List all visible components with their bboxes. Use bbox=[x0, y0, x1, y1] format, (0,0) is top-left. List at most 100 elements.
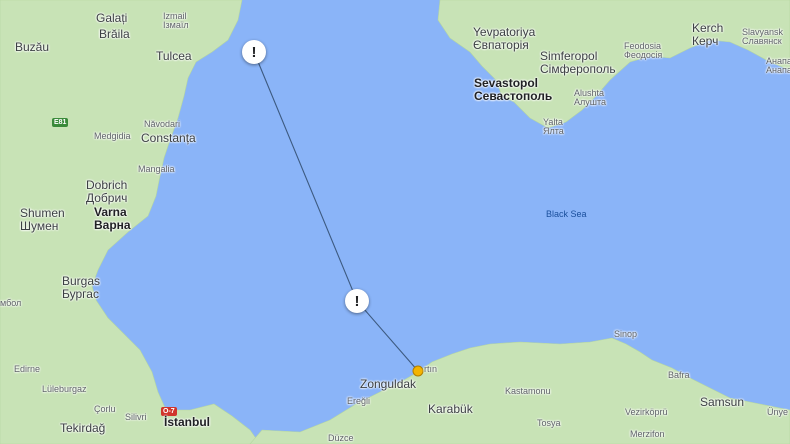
place-label-zonguldak: Zonguldak bbox=[360, 378, 416, 391]
alert-marker-south[interactable]: ! bbox=[345, 289, 369, 313]
place-name: Sevastopol bbox=[474, 76, 539, 90]
place-name: Buzău bbox=[15, 40, 50, 54]
place-name: Karabük bbox=[428, 402, 473, 416]
place-name: Tekirdağ bbox=[60, 421, 106, 435]
place-name: İstanbul bbox=[164, 415, 211, 429]
place-label-izmail: Izmail Ізмаїл bbox=[163, 11, 189, 31]
place-name: Düzce bbox=[328, 433, 354, 443]
place-name: Kastamonu bbox=[505, 386, 551, 396]
place-label-mangalia: Mangalia bbox=[138, 164, 175, 174]
place-name: Samsun bbox=[700, 395, 745, 409]
place-name: Merzifon bbox=[630, 429, 665, 439]
place-label-shumen: Shumen Шумен bbox=[20, 207, 65, 232]
place-name-cyrillic: Керч bbox=[692, 33, 719, 48]
place-label-silivri: Silivri bbox=[125, 412, 147, 422]
place-label-braila: Brăila bbox=[99, 28, 130, 41]
place-name: Năvodari bbox=[144, 119, 181, 129]
place-name: Shumen bbox=[20, 206, 65, 220]
place-name: Brăila bbox=[99, 27, 130, 41]
place-label-merzifon: Merzifon bbox=[630, 429, 665, 439]
place-name: Medgidia bbox=[94, 131, 131, 141]
place-name: Silivri bbox=[125, 412, 147, 422]
place-name: Edirne bbox=[14, 364, 41, 374]
sea-label: Black Sea bbox=[546, 209, 587, 219]
place-label-bartin: rtın bbox=[424, 364, 438, 374]
place-name: Yevpatoriya bbox=[473, 25, 536, 39]
place-label-feodosia: Feodosia Феодосія bbox=[624, 41, 663, 61]
place-label-vezirkopru: Vezirköprü bbox=[625, 407, 668, 417]
place-name-cyrillic: Алушта bbox=[574, 97, 607, 108]
place-name: Mangalia bbox=[138, 164, 175, 174]
place-label-medgidia: Medgidia bbox=[94, 131, 131, 141]
place-name: Varna bbox=[94, 205, 127, 219]
place-label-bafra: Bafra bbox=[668, 370, 690, 380]
place-label-tosya: Tosya bbox=[537, 418, 561, 428]
place-label-navodari: Năvodari bbox=[144, 119, 181, 129]
place-label-buzau: Buzău bbox=[15, 41, 49, 54]
place-name: Dobrich bbox=[86, 178, 128, 192]
place-name-cyrillic: Сімферополь bbox=[540, 61, 616, 76]
place-label-luleburgaz: Lüleburgaz bbox=[42, 384, 87, 394]
place-label-alushta: Alushta Алушта bbox=[574, 88, 607, 108]
place-name: Ereğli bbox=[347, 396, 371, 406]
place-label-yevpatoriya: Yevpatoriya Євпаторія bbox=[473, 26, 535, 51]
place-label-burgas: Burgas Бургас bbox=[62, 275, 100, 300]
place-label-eregli: Ereğli bbox=[347, 396, 371, 406]
place-name-cyrillic: Анапа bbox=[766, 65, 790, 76]
place-label-tekirdag: Tekirdağ bbox=[60, 422, 105, 435]
place-label-corlu: Çorlu bbox=[94, 404, 116, 414]
place-name: Burgas bbox=[62, 274, 101, 288]
map-view[interactable]: ! ! E81 O-7 Black Sea Galați Izmail Ізмаїл… bbox=[0, 0, 790, 444]
place-label-edirne: Edirne bbox=[14, 364, 41, 374]
place-label-sevastopol: Sevastopol Севастополь bbox=[474, 77, 552, 102]
place-label-unye: Ünye bbox=[767, 407, 789, 417]
place-name-cyrillic: Ялта bbox=[543, 126, 564, 137]
place-label-sinop: Sinop bbox=[614, 329, 638, 339]
place-label-duzce: Düzce bbox=[328, 433, 354, 443]
place-name-cyrillic: Євпаторія bbox=[473, 37, 529, 52]
place-name-cyrillic: Севастополь bbox=[474, 88, 553, 103]
place-label-tulcea: Tulcea bbox=[156, 50, 192, 63]
place-name-cyrillic: Шумен bbox=[20, 218, 59, 233]
place-name-cyrillic: мбол bbox=[0, 298, 22, 308]
place-name: Tosya bbox=[537, 418, 561, 428]
place-label-anapa: Анапа Анапа bbox=[766, 56, 790, 76]
place-label-kastamonu: Kastamonu bbox=[505, 386, 551, 396]
route-endpoint bbox=[412, 365, 424, 377]
place-label-istanbul: İstanbul bbox=[164, 416, 210, 429]
place-label-galati: Galați bbox=[96, 12, 127, 25]
alert-icon: ! bbox=[251, 43, 257, 61]
place-name: Tulcea bbox=[156, 49, 192, 63]
place-name: Galați bbox=[96, 11, 128, 25]
place-label-yalta: Yalta Ялта bbox=[543, 117, 564, 137]
place-name-cyrillic: Феодосія bbox=[624, 50, 663, 61]
place-name: Simferopol bbox=[540, 49, 598, 63]
alert-marker-north[interactable]: ! bbox=[242, 40, 266, 64]
place-name: Vezirköprü bbox=[625, 407, 668, 417]
place-name: Lüleburgaz bbox=[42, 384, 87, 394]
place-label-varna: Varna Варна bbox=[94, 206, 131, 231]
place-name-cyrillic: Добрич bbox=[86, 190, 128, 205]
place-label-slavyansk: Slavyansk Славянск bbox=[742, 27, 783, 47]
place-label-samsun: Samsun bbox=[700, 396, 744, 409]
place-name-cyrillic: Бургас bbox=[62, 286, 99, 301]
place-name: Sinop bbox=[614, 329, 638, 339]
place-label-dobrich: Dobrich Добрич bbox=[86, 179, 127, 204]
place-name: Kerch bbox=[692, 21, 724, 35]
place-label-yambol: мбол bbox=[0, 298, 22, 308]
place-name-cyrillic: Ізмаїл bbox=[163, 20, 189, 31]
place-name-cyrillic: Славянск bbox=[742, 36, 782, 47]
place-name: Constanța bbox=[141, 131, 196, 145]
place-name-cyrillic: Варна bbox=[94, 217, 131, 232]
place-label-constanta: Constanța bbox=[141, 132, 196, 145]
place-name: Çorlu bbox=[94, 404, 116, 414]
place-name: rtın bbox=[424, 364, 438, 374]
place-label-kerch: Kerch Керч bbox=[692, 22, 723, 47]
road-shield-e81: E81 bbox=[52, 118, 69, 127]
place-name: Zonguldak bbox=[360, 377, 417, 391]
place-label-simferopol: Simferopol Сімферополь bbox=[540, 50, 616, 75]
alert-icon: ! bbox=[354, 292, 360, 310]
place-name: Bafra bbox=[668, 370, 690, 380]
place-name: Ünye bbox=[767, 407, 789, 417]
place-label-karabuk: Karabük bbox=[428, 403, 473, 416]
